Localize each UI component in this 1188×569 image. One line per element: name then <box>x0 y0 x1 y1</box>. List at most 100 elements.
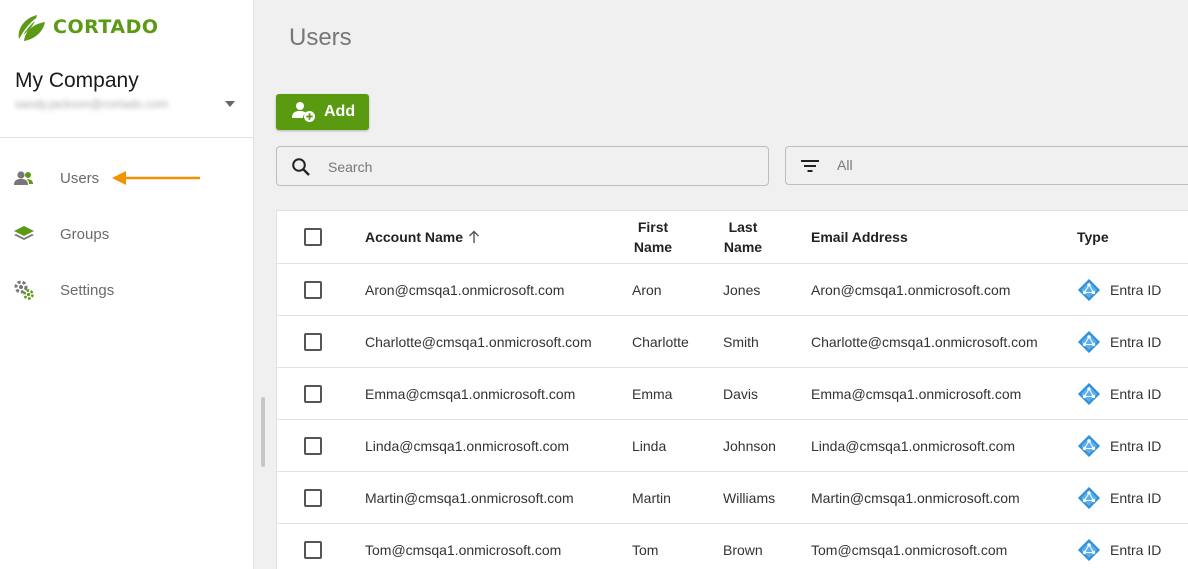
account-name-cell: Aron@cmsqa1.onmicrosoft.com <box>365 281 565 298</box>
column-header-label: Name <box>633 239 673 255</box>
row-checkbox[interactable] <box>304 436 322 455</box>
filter-icon <box>801 160 819 172</box>
column-header-label: Email Address <box>811 229 908 245</box>
gears-icon <box>13 279 35 301</box>
first-name-cell: Aron <box>632 281 662 298</box>
column-header-last-name[interactable]: Last Name <box>723 211 763 263</box>
sidebar-item-label: Users <box>60 169 100 187</box>
type-label: Entra ID <box>1110 489 1162 506</box>
email-cell: Emma@cmsqa1.onmicrosoft.com <box>811 385 1022 402</box>
sidebar-item-settings[interactable]: Settings <box>0 270 254 310</box>
type-label: Entra ID <box>1110 437 1162 454</box>
search-field[interactable] <box>276 146 769 186</box>
row-checkbox[interactable] <box>304 384 322 403</box>
sidebar-item-groups[interactable]: Groups <box>0 214 254 254</box>
type-label: Entra ID <box>1110 541 1162 558</box>
column-header-account-name[interactable]: Account Name <box>365 211 480 263</box>
entra-id-icon <box>1078 330 1100 353</box>
sort-ascending-icon <box>469 230 480 243</box>
row-checkbox-cell <box>304 264 322 315</box>
email-cell: Aron@cmsqa1.onmicrosoft.com <box>811 281 1011 298</box>
row-checkbox[interactable] <box>304 540 322 559</box>
column-header-type[interactable]: Type <box>1077 211 1109 263</box>
column-header-label: Name <box>723 239 763 255</box>
sidebar-scrollbar[interactable] <box>261 397 265 467</box>
email-cell: Linda@cmsqa1.onmicrosoft.com <box>811 437 1016 454</box>
account-name-cell: Linda@cmsqa1.onmicrosoft.com <box>365 437 570 454</box>
divider <box>0 137 254 138</box>
last-name-cell: Jones <box>723 281 761 298</box>
entra-id-icon <box>1078 382 1100 405</box>
email-cell: Martin@cmsqa1.onmicrosoft.com <box>811 489 1020 506</box>
row-checkbox-cell <box>304 316 322 367</box>
page-title: Users <box>289 24 352 51</box>
column-header-first-name[interactable]: First Name <box>633 211 673 263</box>
entra-id-icon <box>1078 538 1100 561</box>
chevron-down-icon[interactable] <box>225 101 235 107</box>
users-icon <box>13 167 35 189</box>
column-header-label: Type <box>1077 229 1109 245</box>
row-checkbox[interactable] <box>304 332 322 351</box>
first-name-cell: Tom <box>632 541 659 558</box>
account-name-cell: Emma@cmsqa1.onmicrosoft.com <box>365 385 576 402</box>
column-header-label: First <box>637 219 669 235</box>
add-user-icon <box>292 102 315 122</box>
table-row[interactable]: Aron@cmsqa1.onmicrosoft.com Aron Jones A… <box>277 264 1188 316</box>
table-header-row: Account Name First Name Last Name Email … <box>277 211 1188 264</box>
type-cell: Entra ID <box>1077 316 1161 367</box>
last-name-cell: Brown <box>723 541 763 558</box>
type-cell: Entra ID <box>1077 420 1161 471</box>
cortado-logo[interactable]: CORTADO <box>15 12 159 42</box>
table-row[interactable]: Linda@cmsqa1.onmicrosoft.com Linda Johns… <box>277 420 1188 472</box>
users-table: Account Name First Name Last Name Email … <box>276 210 1188 569</box>
column-header-label: Last <box>728 219 758 235</box>
type-label: Entra ID <box>1110 385 1162 402</box>
entra-id-icon <box>1078 434 1100 457</box>
type-cell: Entra ID <box>1077 472 1161 523</box>
entra-id-icon <box>1078 278 1100 301</box>
last-name-cell: Davis <box>723 385 759 402</box>
add-button-label: Add <box>324 103 356 120</box>
row-checkbox-cell <box>304 368 322 419</box>
first-name-cell: Charlotte <box>632 333 689 350</box>
table-row[interactable]: Emma@cmsqa1.onmicrosoft.com Emma Davis E… <box>277 368 1188 420</box>
search-icon <box>292 158 310 176</box>
table-row[interactable]: Tom@cmsqa1.onmicrosoft.com Tom Brown Tom… <box>277 524 1188 569</box>
account-name-cell: Charlotte@cmsqa1.onmicrosoft.com <box>365 333 592 350</box>
row-checkbox[interactable] <box>304 488 322 507</box>
email-cell: Charlotte@cmsqa1.onmicrosoft.com <box>811 333 1038 350</box>
sidebar: CORTADO My Company sandy.jackson@cortado… <box>0 0 254 569</box>
filter-value: All <box>837 157 853 173</box>
row-checkbox-cell <box>304 524 322 569</box>
table-row[interactable]: Martin@cmsqa1.onmicrosoft.com Martin Wil… <box>277 472 1188 524</box>
leaf-icon <box>18 15 45 41</box>
select-all-checkbox[interactable] <box>304 228 322 246</box>
table-row[interactable]: Charlotte@cmsqa1.onmicrosoft.com Charlot… <box>277 316 1188 368</box>
column-header-label: Account Name <box>365 229 464 245</box>
first-name-cell: Martin <box>632 489 671 506</box>
first-name-cell: Linda <box>632 437 667 454</box>
header-checkbox-cell <box>304 211 322 263</box>
type-cell: Entra ID <box>1077 368 1161 419</box>
brand-name: CORTADO <box>53 16 159 38</box>
sidebar-item-label: Settings <box>60 281 115 299</box>
type-cell: Entra ID <box>1077 264 1161 315</box>
account-name-cell: Tom@cmsqa1.onmicrosoft.com <box>365 541 562 558</box>
row-checkbox[interactable] <box>304 280 322 299</box>
filter-select[interactable]: All <box>785 146 1188 185</box>
last-name-cell: Johnson <box>723 437 776 454</box>
type-label: Entra ID <box>1110 333 1162 350</box>
search-input[interactable] <box>328 156 748 178</box>
row-checkbox-cell <box>304 420 322 471</box>
type-cell: Entra ID <box>1077 524 1161 569</box>
account-name-cell: Martin@cmsqa1.onmicrosoft.com <box>365 489 574 506</box>
column-header-email[interactable]: Email Address <box>811 211 908 263</box>
row-checkbox-cell <box>304 472 322 523</box>
layers-icon <box>13 223 35 245</box>
entra-id-icon <box>1078 486 1100 509</box>
company-name: My Company <box>15 69 139 92</box>
arrow-left-icon <box>112 171 200 185</box>
add-user-button[interactable]: Add <box>276 94 369 130</box>
last-name-cell: Smith <box>723 333 759 350</box>
first-name-cell: Emma <box>632 385 673 402</box>
